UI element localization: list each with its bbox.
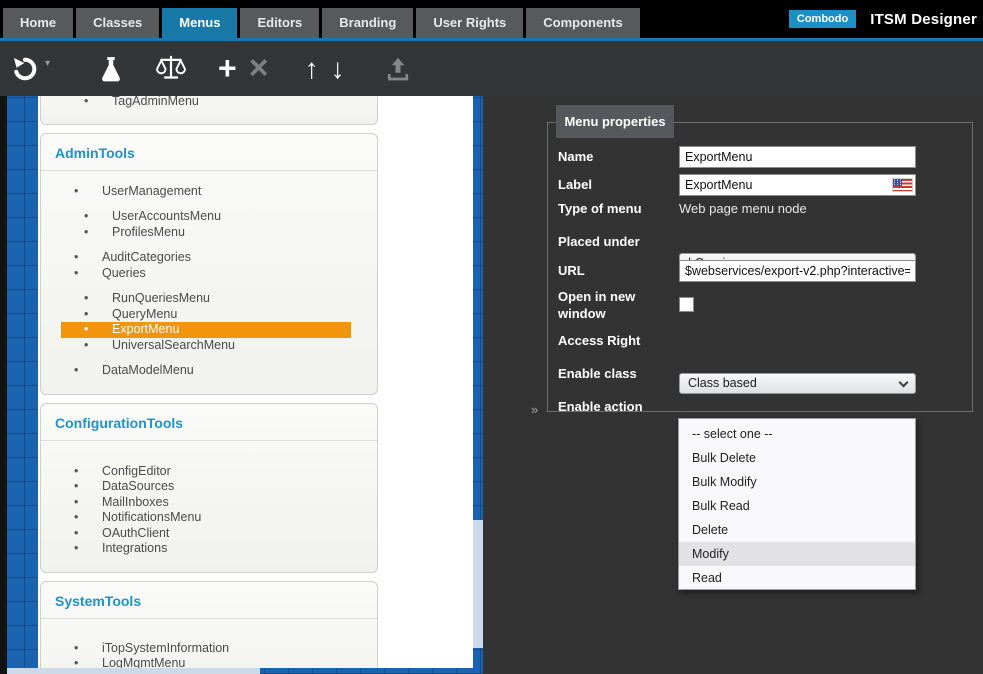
top-tab-bar: Home Classes Menus Editors Branding User…: [0, 0, 983, 41]
tree-item[interactable]: QueryMenu: [41, 307, 377, 323]
tree-item[interactable]: DataModelMenu: [41, 363, 377, 379]
move-up-icon[interactable]: ↑: [305, 53, 319, 85]
undo-dropdown-caret[interactable]: ▾: [45, 58, 50, 69]
horizontal-scrollbar-thumb[interactable]: [7, 668, 260, 674]
dropdown-option[interactable]: Bulk Modify: [679, 470, 915, 494]
tab-home[interactable]: Home: [3, 8, 73, 38]
enable-action-dropdown: -- select one -- Bulk Delete Bulk Modify…: [678, 418, 916, 590]
tree-item[interactable]: MailInboxes: [41, 495, 377, 511]
main-tabs: Home Classes Menus Editors Branding User…: [3, 8, 640, 38]
tree-item[interactable]: Queries: [41, 266, 377, 282]
add-icon[interactable]: +: [218, 50, 237, 87]
dropdown-option[interactable]: Read: [679, 566, 915, 590]
section-title-systemtools: SystemTools: [41, 582, 377, 619]
combodo-logo: Combodo: [789, 10, 856, 28]
compare-scales-icon[interactable]: [154, 53, 188, 85]
vertical-scrollbar-thumb[interactable]: [473, 520, 483, 648]
panel-title: Menu properties: [556, 105, 674, 138]
dropdown-option[interactable]: Delete: [679, 518, 915, 542]
us-flag-icon: [893, 179, 912, 191]
dropdown-option-highlighted[interactable]: Modify: [679, 542, 915, 566]
collapse-panel-icon[interactable]: »: [531, 402, 538, 417]
tree-card-top-cut: TagAdminMenu: [40, 96, 378, 125]
tree-item[interactable]: ProfilesMenu: [41, 225, 377, 241]
tree-item[interactable]: UniversalSearchMenu: [41, 338, 377, 354]
undo-icon[interactable]: [10, 54, 40, 84]
tree-card-admintools: AdminTools UserManagement UserAccountsMe…: [40, 133, 378, 395]
tab-branding[interactable]: Branding: [322, 8, 413, 38]
tab-classes[interactable]: Classes: [76, 8, 159, 38]
tree-item[interactable]: RunQueriesMenu: [41, 291, 377, 307]
tree-item[interactable]: NotificationsMenu: [41, 510, 377, 526]
export-icon: [383, 54, 413, 84]
tree-item[interactable]: UserManagement: [41, 184, 377, 200]
type-of-menu-label: Type of menu: [558, 201, 676, 216]
open-new-window-checkbox[interactable]: [679, 297, 694, 312]
canvas-left-edge: [0, 96, 7, 674]
brand-area: Combodo ITSM Designer: [789, 0, 977, 38]
tab-user-rights[interactable]: User Rights: [416, 8, 523, 38]
tree-item[interactable]: UserAccountsMenu: [41, 209, 377, 225]
tree-card-configurationtools: ConfigurationTools ConfigEditor DataSour…: [40, 403, 378, 573]
tree-card-systemtools: SystemTools iTopSystemInformation LogMgm…: [40, 581, 378, 669]
tree-item[interactable]: Integrations: [41, 541, 377, 557]
url-label: URL: [558, 263, 676, 278]
tree-item[interactable]: LogMgmtMenu: [41, 656, 377, 668]
section-title-configurationtools: ConfigurationTools: [41, 404, 377, 441]
test-flask-icon[interactable]: [96, 54, 126, 84]
access-right-select[interactable]: Class based: [679, 373, 916, 394]
dropdown-option[interactable]: Bulk Delete: [679, 446, 915, 470]
delete-icon: ×: [249, 49, 269, 88]
type-of-menu-value: Web page menu node: [679, 201, 916, 216]
access-right-label: Access Right: [558, 333, 676, 348]
itsm-designer-window: Home Classes Menus Editors Branding User…: [0, 0, 983, 674]
dropdown-option[interactable]: -- select one --: [679, 422, 915, 446]
tree-item-selected[interactable]: ExportMenu: [61, 322, 351, 338]
enable-class-label: Enable class: [558, 366, 676, 381]
menu-tree-panel: TagAdminMenu AdminTools UserManagement U…: [38, 96, 473, 668]
section-title-admintools: AdminTools: [41, 134, 377, 171]
toolbar: ▾ + × ↑ ↓: [0, 41, 983, 96]
tree-item[interactable]: DataSources: [41, 479, 377, 495]
open-new-window-label: Open in new window: [558, 288, 676, 322]
tab-editors[interactable]: Editors: [240, 8, 319, 38]
tree-item[interactable]: OAuthClient: [41, 526, 377, 542]
tab-components[interactable]: Components: [526, 8, 639, 38]
enable-action-label: Enable action: [558, 399, 676, 414]
url-input[interactable]: [679, 260, 916, 282]
label-input[interactable]: [679, 174, 916, 196]
tree-item[interactable]: AuditCategories: [41, 250, 377, 266]
designer-canvas: TagAdminMenu AdminTools UserManagement U…: [0, 96, 983, 674]
name-label: Name: [558, 149, 676, 164]
tab-menus[interactable]: Menus: [162, 8, 237, 38]
chevron-down-icon: [899, 378, 909, 388]
tree-item[interactable]: ConfigEditor: [41, 464, 377, 480]
dropdown-option[interactable]: Bulk Read: [679, 494, 915, 518]
app-title: ITSM Designer: [870, 11, 977, 28]
properties-panel: » Menu properties Name Label Type of men…: [483, 96, 983, 674]
tree-item[interactable]: TagAdminMenu: [41, 96, 377, 110]
access-right-value: Class based: [688, 376, 757, 390]
move-down-icon[interactable]: ↓: [331, 53, 345, 85]
name-input[interactable]: [679, 146, 916, 168]
placed-under-label: Placed under: [558, 234, 676, 249]
tree-item[interactable]: iTopSystemInformation: [41, 641, 377, 657]
label-label: Label: [558, 177, 676, 192]
